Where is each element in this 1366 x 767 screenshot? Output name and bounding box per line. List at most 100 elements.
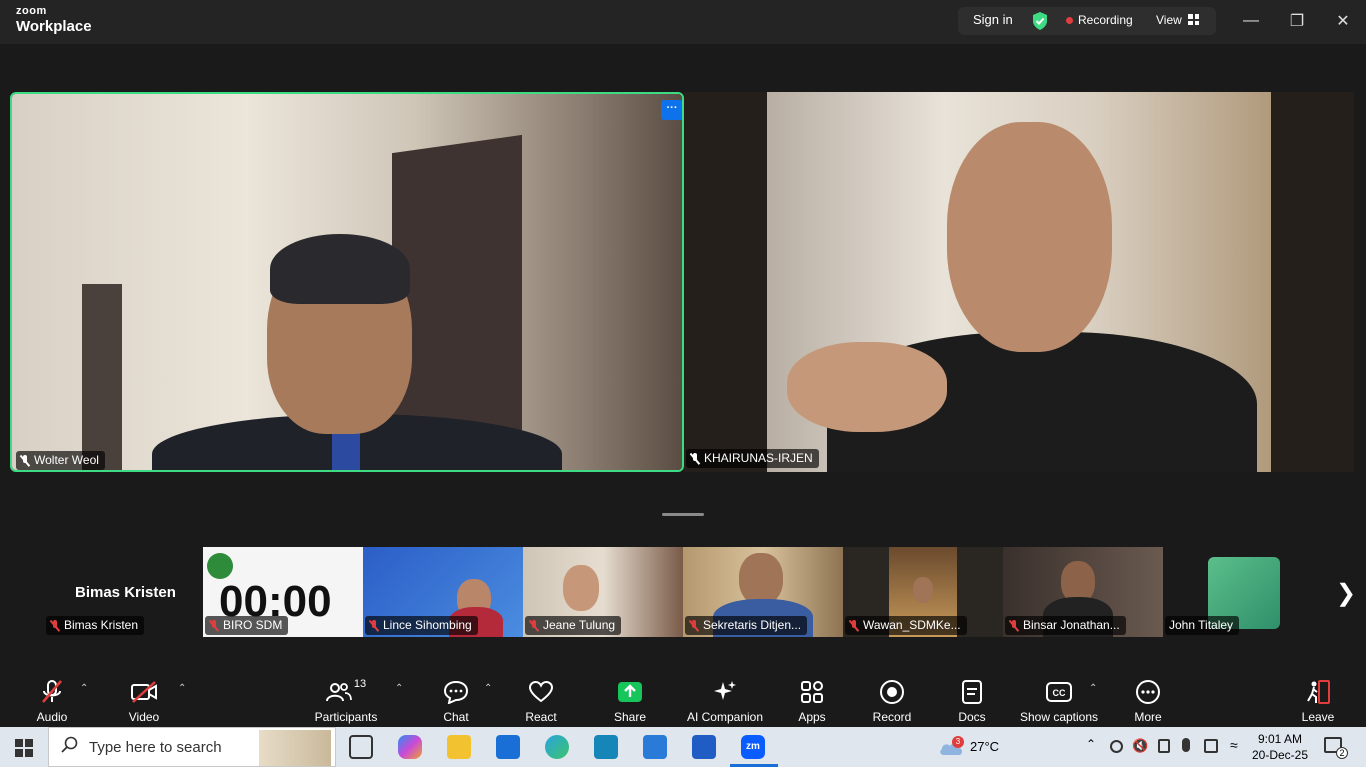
leave-door-icon xyxy=(1298,679,1338,705)
participant-name-tag: Sekretaris Ditjen... xyxy=(685,616,808,635)
react-label: React xyxy=(525,710,557,724)
microsoft-store-icon[interactable] xyxy=(496,735,520,759)
logo-top-text: zoom xyxy=(16,5,47,17)
share-label: Share xyxy=(613,710,647,724)
file-explorer-icon[interactable] xyxy=(447,735,471,759)
mic-icon xyxy=(20,454,30,467)
video-options-caret-icon[interactable]: ⌃ xyxy=(178,683,186,694)
participant-name: Wawan_SDMKe... xyxy=(863,618,961,632)
participants-options-caret-icon[interactable]: ⌃ xyxy=(395,683,403,694)
minimize-button[interactable]: — xyxy=(1236,8,1266,34)
search-placeholder: Type here to search xyxy=(89,738,222,756)
filmstrip-tile[interactable]: 00:00 BIRO SDM xyxy=(203,547,363,637)
leave-button[interactable]: Leave xyxy=(1298,679,1338,724)
participant-name-tag: BIRO SDM xyxy=(205,616,289,635)
video-tile-active-speaker[interactable]: ··· Wolter Weol xyxy=(10,92,684,472)
docs-label: Docs xyxy=(958,710,986,724)
video-tile-speaker[interactable]: KHAIRUNAS-IRJEN xyxy=(684,92,1354,472)
network-status-icon[interactable] xyxy=(1204,739,1218,753)
apps-grid-icon xyxy=(792,679,832,705)
copilot-icon[interactable] xyxy=(398,735,422,759)
restore-button[interactable]: ❐ xyxy=(1282,8,1312,34)
mic-muted-icon xyxy=(689,619,699,632)
more-button[interactable]: More xyxy=(1128,679,1168,724)
participant-name: Binsar Jonathan... xyxy=(1023,618,1120,632)
heart-icon xyxy=(520,679,562,705)
filmstrip-tile[interactable]: Sekretaris Ditjen... xyxy=(683,547,843,637)
ai-companion-button[interactable]: AI Companion xyxy=(684,679,766,724)
participant-name-tag: Bimas Kristen xyxy=(46,616,145,635)
grid-view-icon[interactable] xyxy=(1188,14,1199,25)
zoom-meeting-window: zoom Workplace Sign in Recording View — … xyxy=(0,0,1366,727)
filmstrip-tile[interactable]: Jeane Tulung xyxy=(523,547,683,637)
clock-time: 9:01 AM xyxy=(1258,732,1303,746)
participant-name: BIRO SDM xyxy=(223,618,283,632)
video-feed xyxy=(12,94,682,470)
captions-options-caret-icon[interactable]: ⌃ xyxy=(1089,683,1097,694)
react-button[interactable]: React xyxy=(520,679,562,724)
microphone-tray-icon[interactable] xyxy=(1182,738,1190,752)
search-highlight-image xyxy=(259,730,331,766)
chat-options-caret-icon[interactable]: ⌃ xyxy=(484,683,492,694)
edge-browser-icon[interactable] xyxy=(545,735,569,759)
show-captions-label: Show captions xyxy=(1019,710,1099,724)
participants-label: Participants xyxy=(314,710,378,724)
record-label: Record xyxy=(872,710,912,724)
apps-button[interactable]: Apps xyxy=(792,679,832,724)
share-screen-icon xyxy=(610,679,650,705)
clock-date: 20-Dec-25 xyxy=(1252,748,1309,762)
mic-muted-icon xyxy=(529,619,539,632)
zoom-logo: zoom Workplace xyxy=(16,5,92,35)
video-button[interactable]: Video xyxy=(122,679,166,724)
participant-name-tag: John Titaley xyxy=(1165,616,1240,635)
app-icon[interactable] xyxy=(594,735,618,759)
shield-icon[interactable] xyxy=(1031,11,1049,36)
filmstrip-tile[interactable]: Lince Sihombing xyxy=(363,547,523,637)
filmstrip-tile[interactable]: John Titaley xyxy=(1163,547,1303,637)
participant-name-tag: Wawan_SDMKe... xyxy=(845,616,967,635)
meeting-toolbar: Audio ⌃ Video ⌃ 13 Participants ⌃ Chat ⌃ xyxy=(0,669,1366,727)
filmstrip-next-arrow-icon[interactable]: ❯ xyxy=(1336,579,1356,608)
sparkle-icon xyxy=(684,679,766,705)
share-button[interactable]: Share xyxy=(610,679,650,724)
tile-more-options-button[interactable]: ··· xyxy=(661,100,682,120)
participants-button[interactable]: 13 Participants xyxy=(310,678,382,724)
docs-button[interactable]: Docs xyxy=(952,679,992,724)
filmstrip-tile[interactable]: Wawan_SDMKe... xyxy=(843,547,1003,637)
taskbar-search-box[interactable]: Type here to search xyxy=(48,727,336,767)
audio-button[interactable]: Audio xyxy=(30,679,74,724)
chat-button[interactable]: Chat xyxy=(436,679,476,724)
participant-name: John Titaley xyxy=(1169,618,1234,632)
weather-temperature[interactable]: 27°C xyxy=(970,739,999,754)
sign-in-button[interactable]: Sign in xyxy=(973,12,1013,27)
close-button[interactable]: ✕ xyxy=(1328,8,1358,34)
word-icon[interactable] xyxy=(692,735,716,759)
participant-name: Wolter Weol xyxy=(34,453,99,467)
record-button[interactable]: Record xyxy=(870,679,914,724)
cc-icon: CC xyxy=(1018,679,1100,705)
record-tray-icon[interactable] xyxy=(1110,740,1123,753)
document-icon xyxy=(952,679,992,705)
wifi-icon[interactable]: ≈ xyxy=(1230,737,1238,753)
show-captions-button[interactable]: CC Show captions xyxy=(1018,679,1100,724)
audio-label: Audio xyxy=(36,710,68,724)
svg-text:CC: CC xyxy=(1053,688,1066,698)
windows-start-icon[interactable] xyxy=(15,739,33,762)
taskbar-clock[interactable]: 9:01 AM 20-Dec-25 xyxy=(1252,731,1308,763)
chat-label: Chat xyxy=(443,710,469,724)
filmstrip-tile[interactable]: Binsar Jonathan... xyxy=(1003,547,1163,637)
recording-indicator[interactable]: Recording xyxy=(1078,13,1133,27)
mic-muted-icon xyxy=(369,619,379,632)
camera-tray-icon[interactable] xyxy=(1158,739,1170,753)
view-button[interactable]: View xyxy=(1156,13,1182,27)
speaker-muted-icon[interactable]: 🔇 xyxy=(1132,738,1148,754)
participant-name: KHAIRUNAS-IRJEN xyxy=(704,451,813,465)
active-app-indicator xyxy=(730,727,778,767)
audio-options-caret-icon[interactable]: ⌃ xyxy=(80,683,88,694)
photos-icon[interactable] xyxy=(643,735,667,759)
leave-label: Leave xyxy=(1301,710,1335,724)
show-hidden-icons-chevron-icon[interactable]: ⌃ xyxy=(1086,737,1096,751)
task-view-icon[interactable] xyxy=(349,735,373,759)
resize-handle[interactable] xyxy=(662,513,704,516)
windows-taskbar: Type here to search zm 3 27°C ⌃ 🔇 ≈ 9:01… xyxy=(0,727,1366,767)
